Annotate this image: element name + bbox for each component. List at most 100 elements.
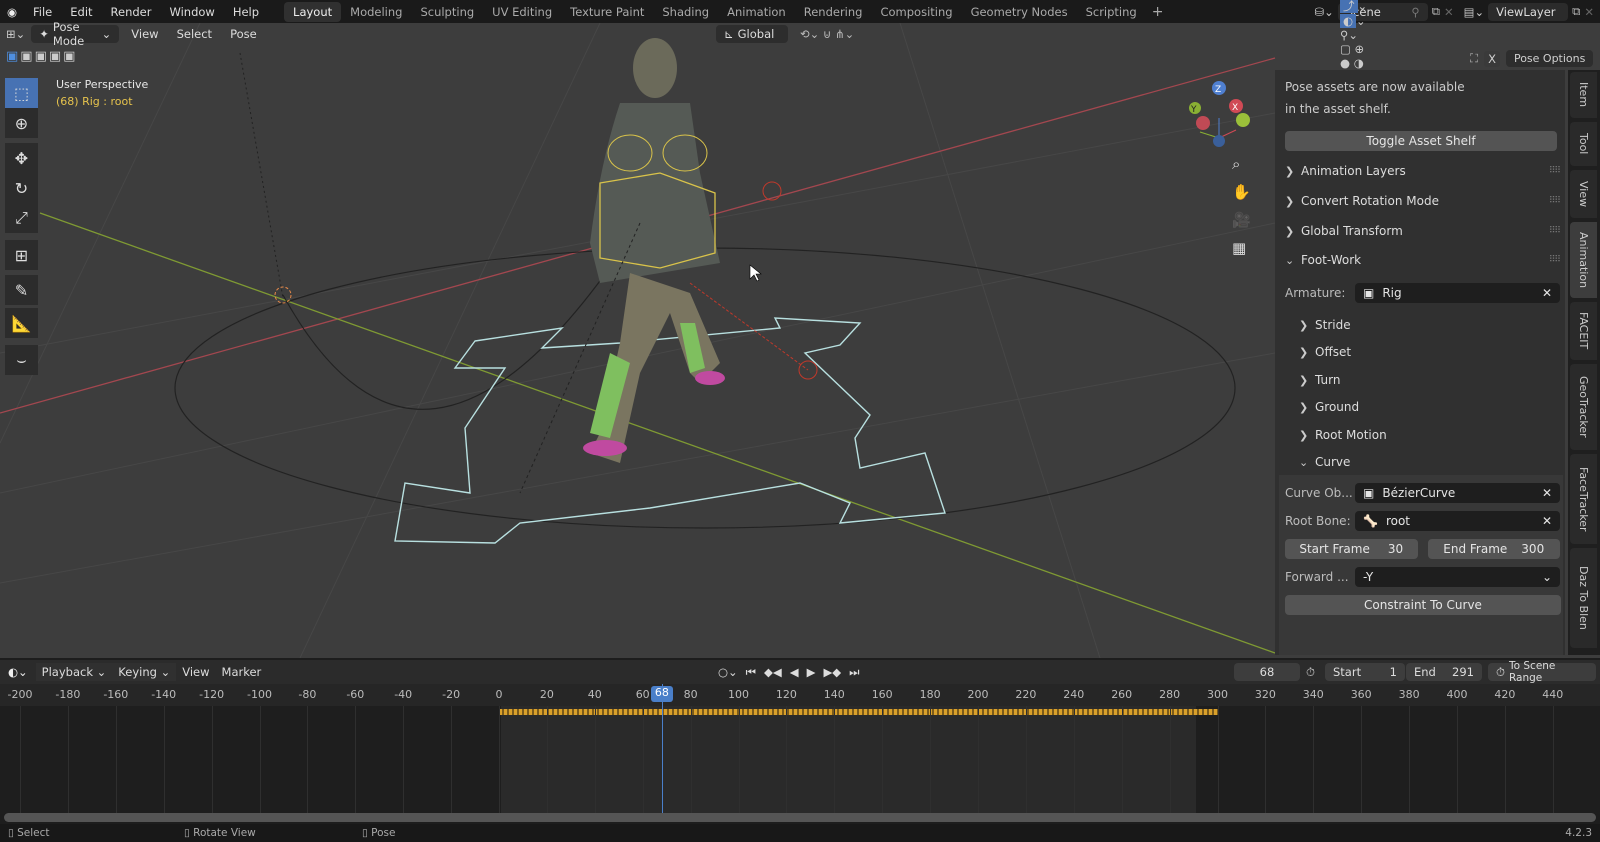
transform-orientation[interactable]: ⊾ Global — [716, 25, 788, 43]
current-frame-field[interactable]: 68 — [1234, 663, 1300, 681]
toggle-asset-shelf-button[interactable]: Toggle Asset Shelf — [1285, 131, 1557, 151]
playhead[interactable] — [661, 684, 663, 820]
keying-menu[interactable]: Keying ⌄ — [112, 663, 177, 681]
end-frame-field[interactable]: End Frame 300 — [1427, 539, 1560, 559]
menu-edit[interactable]: Edit — [61, 5, 101, 19]
pan-hand-icon[interactable]: ✋ — [1232, 183, 1251, 201]
tab-item[interactable]: Item — [1570, 72, 1597, 118]
section-animation-layers[interactable]: ❯ Animation Layers ⠿⠿ — [1285, 164, 1561, 178]
menu-file[interactable]: File — [24, 5, 61, 19]
delete-view-layer-icon[interactable]: ✕ — [1584, 5, 1594, 19]
new-view-layer-icon[interactable]: ⧉ — [1572, 4, 1580, 19]
auto-key-icon[interactable]: ○⌄ — [718, 665, 738, 680]
scene-icon[interactable]: ⛁⌄ — [1314, 5, 1333, 19]
to-scene-range-button[interactable]: ⏱ To Scene Range — [1488, 660, 1596, 684]
mode-selector[interactable]: ✦ Pose Mode ⌄ — [31, 20, 120, 48]
menu-window[interactable]: Window — [160, 5, 223, 19]
menu-help[interactable]: Help — [224, 5, 268, 19]
blender-logo-icon[interactable]: ◉ — [0, 5, 24, 19]
x-mirror-toggle[interactable]: X — [1484, 50, 1500, 67]
play-reverse-icon[interactable]: ◀ — [790, 665, 799, 680]
select-mode-icons[interactable]: ▣▣▣▣▣ — [6, 49, 77, 64]
section-convert-rotation-mode[interactable]: ❯ Convert Rotation Mode ⠿⠿ — [1285, 194, 1561, 208]
playback-menu[interactable]: Playback ⌄ — [35, 663, 113, 681]
clear-icon[interactable]: ✕ — [1542, 486, 1552, 500]
scale-tool[interactable]: ⤢ — [5, 203, 38, 233]
measure-tool[interactable]: 📐 — [5, 308, 38, 338]
section-foot-work[interactable]: ⌄ Foot-Work ⠿⠿ — [1285, 253, 1561, 267]
tab-geotracker[interactable]: GeoTracker — [1570, 364, 1597, 450]
jump-start-icon[interactable]: ⏮ — [746, 665, 756, 680]
prev-keyframe-icon[interactable]: ◆◀ — [764, 665, 782, 680]
root-bone-field[interactable]: 🦴 root ✕ — [1355, 511, 1560, 531]
subsection-offset[interactable]: ❯ Offset — [1299, 345, 1574, 359]
tab-tool[interactable]: Tool — [1570, 122, 1597, 166]
menu-select[interactable]: Select — [171, 25, 218, 43]
start-frame-range-field[interactable]: Start 1 — [1325, 663, 1405, 681]
tab-modeling[interactable]: Modeling — [341, 2, 411, 22]
tab-view[interactable]: View — [1570, 170, 1597, 218]
preview-range-icon[interactable]: ⏱ — [1306, 665, 1315, 680]
view-layer-field[interactable]: ViewLayer — [1488, 2, 1569, 21]
pose-options-dropdown[interactable]: Pose Options — [1505, 50, 1594, 67]
tab-animation-panel[interactable]: Animation — [1570, 222, 1597, 298]
subsection-root-motion[interactable]: ❯ Root Motion — [1299, 428, 1574, 442]
annotate-tool[interactable]: ✎ — [5, 275, 38, 305]
drag-handle-icon[interactable]: ⠿⠿ — [1549, 196, 1561, 206]
navigation-gizmo[interactable]: Z X Y — [1189, 81, 1250, 147]
tab-shading[interactable]: Shading — [653, 2, 718, 22]
tab-faceit[interactable]: FACEIT — [1570, 302, 1597, 360]
menu-render[interactable]: Render — [102, 5, 161, 19]
move-tool[interactable]: ✥ — [5, 143, 38, 173]
drag-handle-icon[interactable]: ⠿⠿ — [1549, 226, 1561, 236]
pin-icon[interactable]: ⚲ — [1411, 5, 1419, 19]
rotate-tool[interactable]: ↻ — [5, 173, 38, 203]
menu-view[interactable]: View — [125, 25, 164, 43]
tab-sculpting[interactable]: Sculpting — [411, 2, 483, 22]
curve-object-field[interactable]: ▣ BézierCurve ✕ — [1355, 483, 1560, 503]
menu-pose[interactable]: Pose — [224, 25, 263, 43]
cursor-tool[interactable]: ⊕ — [5, 108, 38, 138]
tab-uv-editing[interactable]: UV Editing — [483, 2, 561, 22]
tab-geometry-nodes[interactable]: Geometry Nodes — [962, 2, 1077, 22]
marker-menu[interactable]: Marker — [216, 663, 268, 681]
play-icon[interactable]: ▶ — [807, 665, 816, 680]
armature-field[interactable]: ▣ Rig ✕ — [1355, 283, 1560, 303]
timeline-view-menu[interactable]: View — [176, 663, 215, 681]
tab-layout[interactable]: Layout — [284, 1, 342, 22]
view-layer-icon[interactable]: ▤⌄ — [1464, 5, 1485, 19]
tab-animation[interactable]: Animation — [718, 2, 795, 22]
constraint-to-curve-button[interactable]: Constraint To Curve — [1285, 595, 1561, 615]
subsection-curve[interactable]: ⌄ Curve — [1299, 455, 1574, 469]
relax-tool[interactable]: ⌣ — [5, 345, 38, 375]
pivot-icon[interactable]: ⟲⌄ ⊍ ⋔⌄ — [800, 27, 854, 41]
timeline-scrollbar[interactable] — [4, 813, 1596, 822]
camera-icon[interactable]: 🎥 — [1232, 211, 1251, 229]
delete-scene-icon[interactable]: ✕ — [1444, 5, 1454, 19]
add-workspace-icon[interactable]: + — [1146, 4, 1170, 20]
transform-tool[interactable]: ⊞ — [5, 240, 38, 270]
drag-handle-icon[interactable]: ⠿⠿ — [1549, 166, 1561, 176]
timeline-keyframe-area[interactable] — [0, 706, 1600, 814]
mirror-icon[interactable]: ⛶ — [1470, 51, 1478, 66]
subsection-stride[interactable]: ❯ Stride — [1299, 318, 1574, 332]
start-frame-field[interactable]: Start Frame 30 — [1285, 539, 1418, 559]
clear-icon[interactable]: ✕ — [1542, 514, 1552, 528]
tab-scripting[interactable]: Scripting — [1077, 2, 1146, 22]
tab-texture-paint[interactable]: Texture Paint — [561, 2, 653, 22]
forward-axis-dropdown[interactable]: -Y ⌄ — [1355, 567, 1560, 587]
drag-handle-icon[interactable]: ⠿⠿ — [1549, 255, 1561, 265]
ortho-grid-icon[interactable]: ▦ — [1232, 239, 1251, 257]
tab-compositing[interactable]: Compositing — [871, 2, 961, 22]
frame-ruler[interactable]: -200 -180 -160 -140 -120 -100 -80 -60 -40 -20 0 20 4… — [0, 684, 1600, 706]
new-scene-icon[interactable]: ⧉ — [1432, 4, 1440, 19]
keyframe-strip[interactable] — [499, 709, 1218, 715]
clear-icon[interactable]: ✕ — [1542, 286, 1552, 300]
tab-rendering[interactable]: Rendering — [795, 2, 872, 22]
timeline-editor-icon[interactable]: ◐⌄ — [0, 665, 36, 679]
tab-facetracker[interactable]: FaceTracker — [1570, 454, 1597, 544]
section-global-transform[interactable]: ❯ Global Transform ⠿⠿ — [1285, 224, 1561, 238]
jump-end-icon[interactable]: ⏭ — [849, 665, 859, 680]
select-box-tool[interactable]: ⬚ — [5, 78, 38, 108]
subsection-ground[interactable]: ❯ Ground — [1299, 400, 1574, 414]
